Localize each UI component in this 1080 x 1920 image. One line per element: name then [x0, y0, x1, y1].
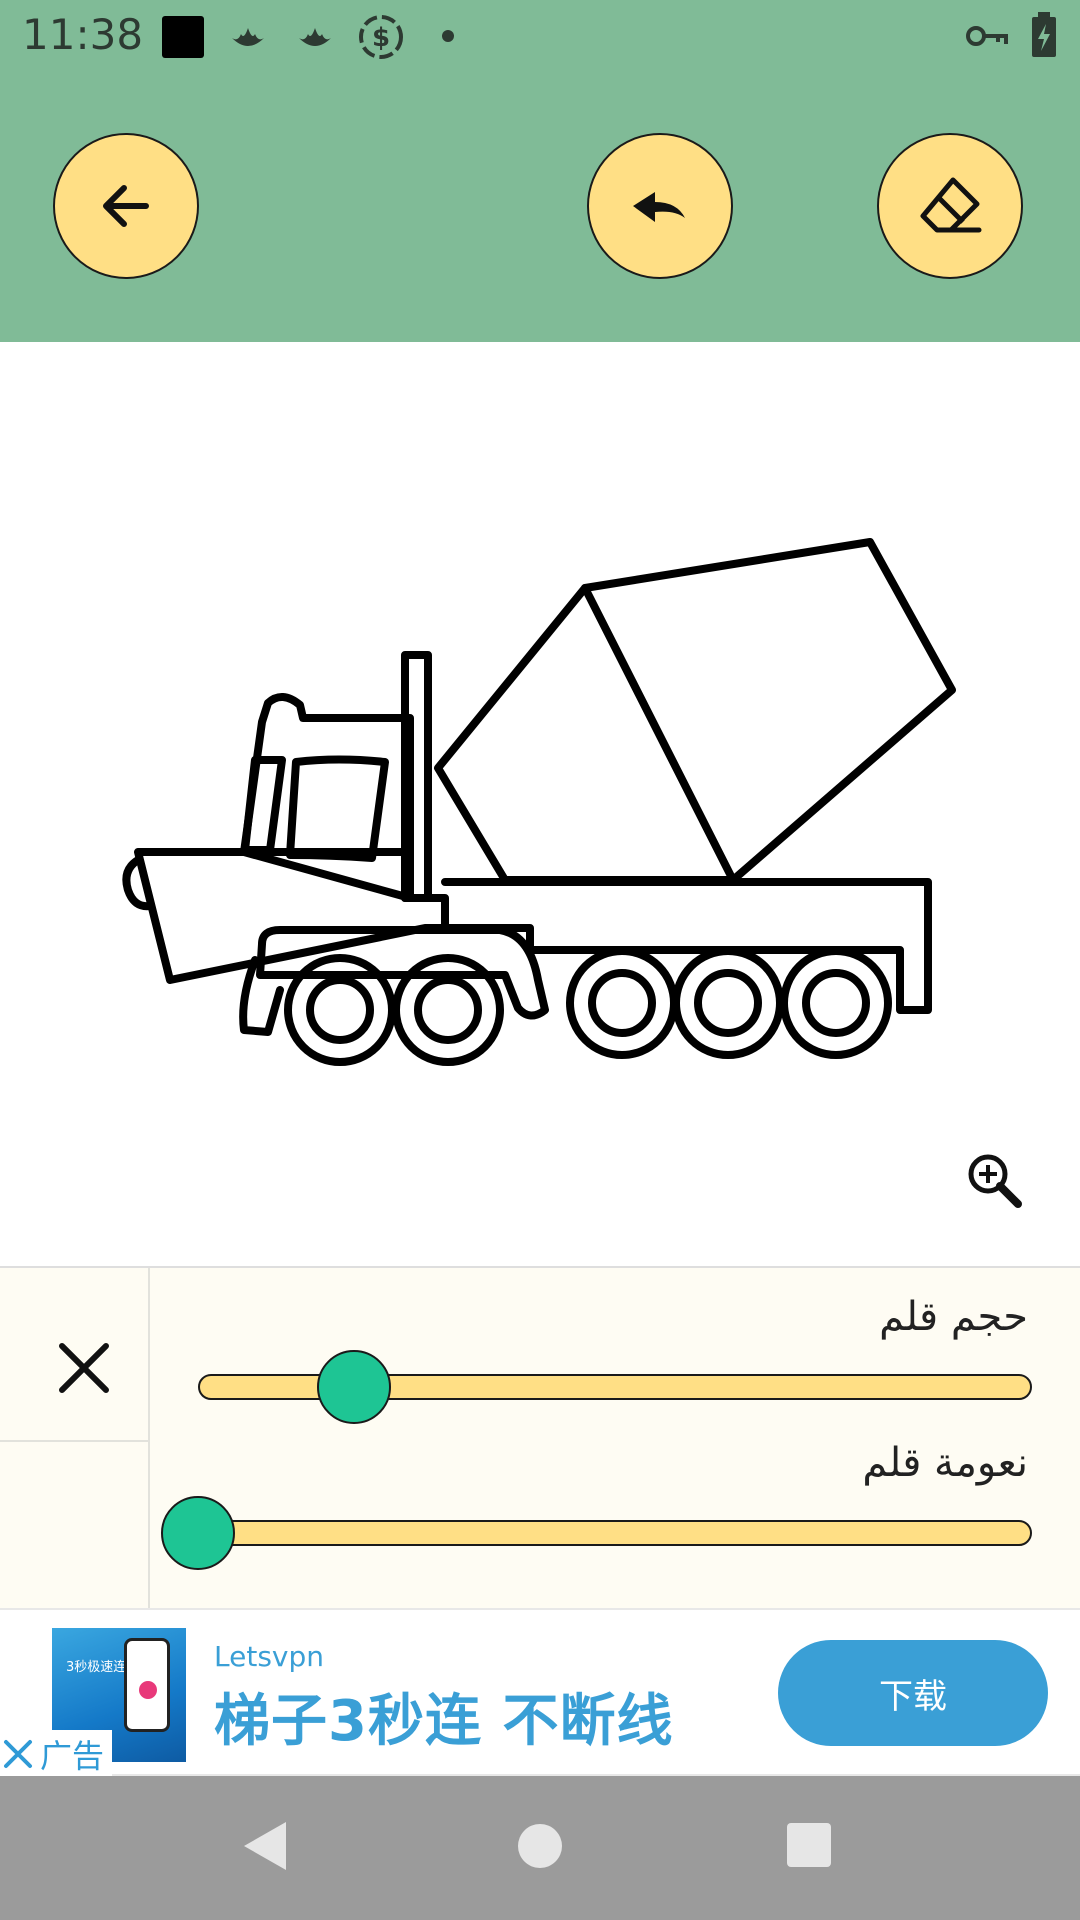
nav-home-icon[interactable]	[516, 1822, 564, 1870]
navigation-bar	[0, 1776, 1080, 1920]
nav-back-icon[interactable]	[240, 1818, 290, 1874]
nav-recents-icon[interactable]	[786, 1822, 832, 1868]
ad-headline[interactable]: 梯子3秒连 不断线	[214, 1676, 673, 1757]
eraser-icon	[920, 177, 982, 233]
status-bar: 11:38 $	[0, 0, 1080, 72]
battery-charging-icon	[1032, 12, 1056, 57]
toolbar	[0, 72, 1080, 342]
pen-size-label: حجم قلم	[879, 1294, 1028, 1340]
square-icon	[162, 16, 204, 58]
close-icon[interactable]	[44, 1328, 124, 1408]
eraser-button[interactable]	[877, 133, 1023, 279]
ad-download-button[interactable]: 下载	[778, 1640, 1048, 1746]
key-icon	[966, 26, 1008, 46]
svg-text:$: $	[372, 23, 390, 53]
lotus-icon	[299, 28, 331, 46]
status-time: 11:38	[22, 10, 144, 59]
phone-dot	[139, 1681, 157, 1699]
ad-badge[interactable]: 广告	[0, 1730, 112, 1778]
pen-settings-panel: حجم قلم نعومة قلم	[0, 1266, 1080, 1608]
ad-brand: Letsvpn	[214, 1640, 324, 1673]
pen-smoothness-slider[interactable]	[198, 1520, 1032, 1546]
undo-button[interactable]	[587, 133, 733, 279]
back-button[interactable]	[53, 133, 199, 279]
undo-icon	[633, 192, 685, 222]
drawing-canvas[interactable]	[0, 342, 1080, 1266]
ad-badge-label: 广告	[40, 1737, 105, 1775]
pen-size-thumb[interactable]	[317, 1350, 391, 1424]
dot-icon	[442, 30, 454, 42]
lotus-icon	[232, 28, 264, 46]
zoom-in-icon[interactable]	[966, 1152, 1024, 1210]
pen-smoothness-thumb[interactable]	[161, 1496, 235, 1570]
pen-smoothness-label: نعومة قلم	[862, 1440, 1028, 1486]
ad-close-icon[interactable]	[0, 1736, 36, 1772]
dollar-sync-icon: $	[359, 15, 403, 59]
phone-image	[124, 1638, 170, 1732]
panel-side	[0, 1268, 150, 1608]
arrow-left-icon	[103, 185, 149, 227]
divider	[0, 1440, 148, 1442]
cement-mixer-truck-outline[interactable]	[0, 342, 1080, 1266]
ad-banner[interactable]: 3秒极速连线 Letsvpn 梯子3秒连 不断线 下载 广告	[0, 1608, 1080, 1778]
